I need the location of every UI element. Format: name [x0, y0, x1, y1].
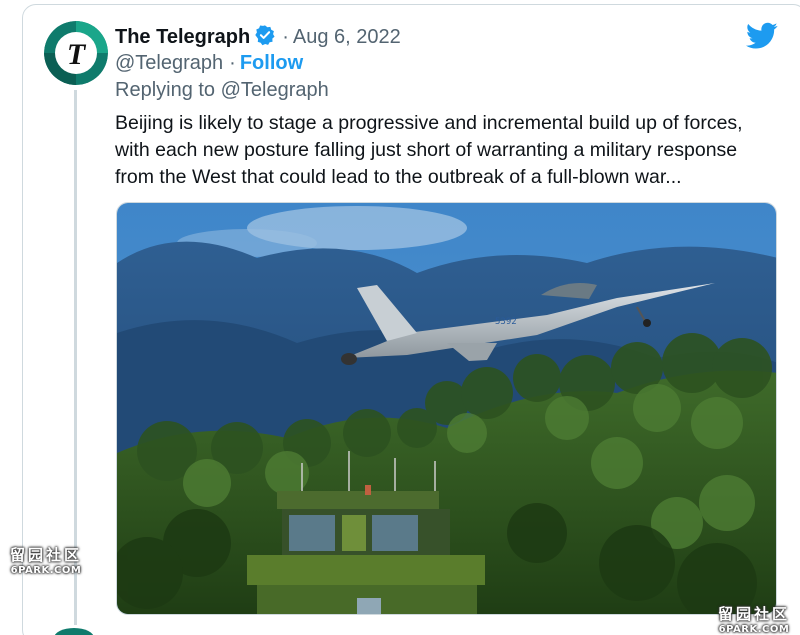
tweet-photo[interactable]: 5392 — [116, 202, 777, 615]
tweet-date[interactable]: Aug 6, 2022 — [293, 26, 401, 48]
verified-badge-icon — [254, 24, 276, 53]
tweet-header: The Telegraph · Aug 6, 2022 — [115, 24, 401, 53]
tail-number: 5392 — [495, 317, 517, 327]
watermark-left: 留园社区 6PARK.COM — [10, 544, 82, 576]
twitter-bird-icon[interactable] — [746, 22, 778, 50]
separator-dot: · — [229, 52, 236, 74]
replying-prefix: Replying to — [115, 79, 216, 101]
watermark-right: 留园社区 6PARK.COM — [718, 603, 790, 635]
avatar[interactable]: T — [44, 21, 108, 85]
separator-dot: · — [282, 26, 289, 48]
watermark-site: 6PARK.COM — [10, 565, 82, 576]
tweet-text: Beijing is likely to stage a progressive… — [115, 112, 743, 188]
replying-handle-link[interactable]: @Telegraph — [221, 79, 329, 101]
watermark-chinese: 留园社区 — [718, 605, 791, 623]
replying-to: Replying to @Telegraph — [115, 77, 329, 103]
display-name[interactable]: The Telegraph — [115, 26, 250, 48]
follow-button[interactable]: Follow — [240, 52, 303, 74]
handle-row: @Telegraph · Follow — [115, 50, 303, 76]
avatar-letter: T — [67, 38, 87, 71]
user-handle[interactable]: @Telegraph — [115, 52, 223, 74]
watermark-chinese: 留园社区 — [10, 546, 83, 564]
watermark-site: 6PARK.COM — [718, 624, 790, 635]
